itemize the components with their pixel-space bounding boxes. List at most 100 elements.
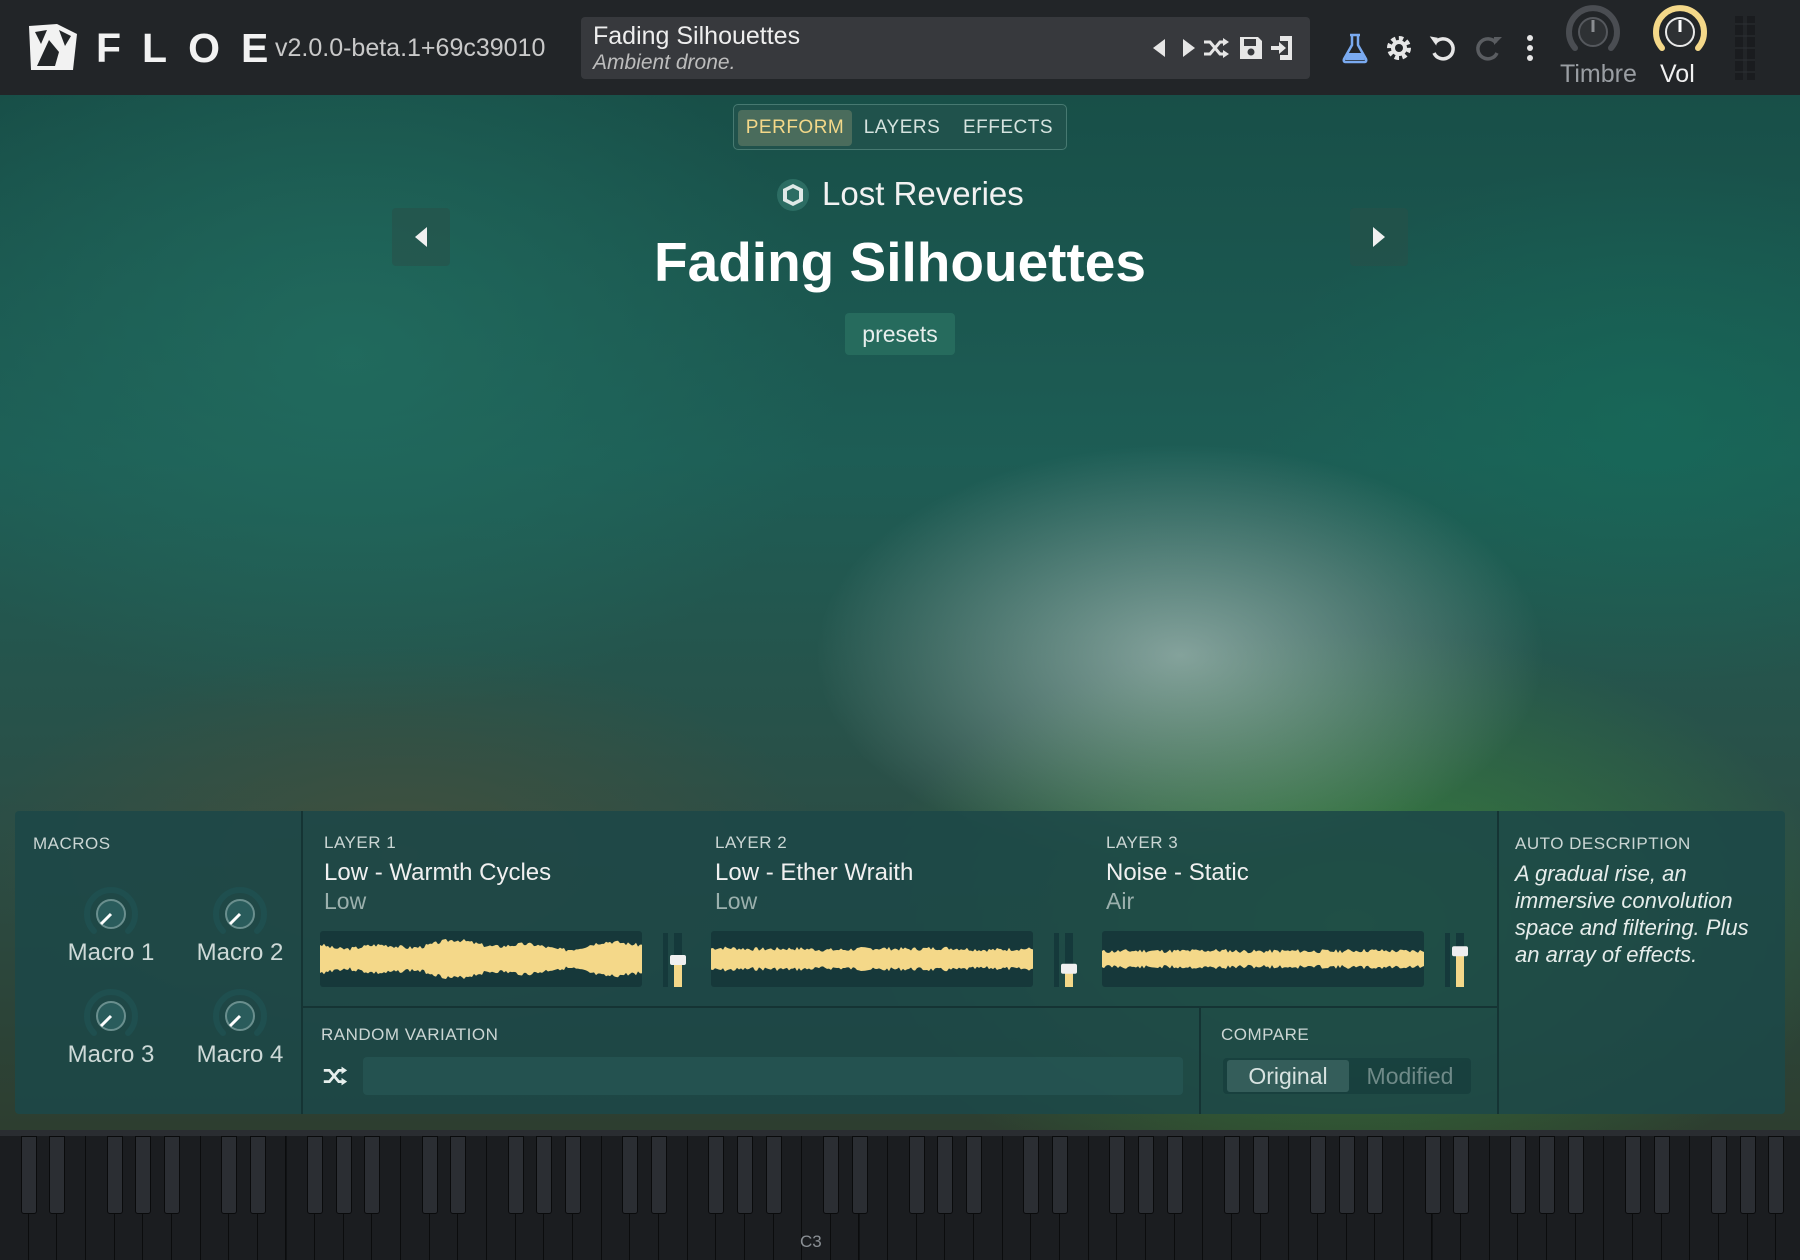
black-key[interactable] [650, 1136, 667, 1214]
black-key[interactable] [736, 1136, 753, 1214]
layer-3-name[interactable]: Noise - Static [1106, 859, 1249, 887]
volume-knob[interactable] [1650, 4, 1710, 60]
black-key[interactable] [708, 1136, 725, 1214]
layer-1-volume-slider[interactable] [661, 931, 695, 989]
macro-label: Macro 4 [196, 1041, 284, 1068]
piano-keyboard[interactable]: C3 [0, 1130, 1800, 1260]
flask-icon[interactable] [1338, 31, 1372, 65]
black-key[interactable] [1252, 1136, 1269, 1214]
black-key[interactable] [822, 1136, 839, 1214]
black-key[interactable] [421, 1136, 438, 1214]
macro-1-knob[interactable]: Macro 1 [49, 885, 169, 985]
black-key[interactable] [335, 1136, 352, 1214]
main-tabs: PERFORM LAYERS EFFECTS [733, 104, 1067, 150]
black-key[interactable] [1223, 1136, 1240, 1214]
layer-3-waveform [1102, 931, 1424, 987]
macro-label: Macro 3 [67, 1041, 155, 1068]
layer-2-name[interactable]: Low - Ether Wraith [715, 859, 913, 887]
black-key[interactable] [1424, 1136, 1441, 1214]
black-key[interactable] [20, 1136, 37, 1214]
black-key[interactable] [1023, 1136, 1040, 1214]
compare-original-button[interactable]: Original [1227, 1060, 1349, 1092]
compare-modified-button[interactable]: Modified [1353, 1060, 1467, 1092]
black-key[interactable] [622, 1136, 639, 1214]
undo-icon[interactable] [1426, 31, 1460, 65]
tab-perform[interactable]: PERFORM [738, 110, 852, 146]
random-variation-label: RANDOM VARIATION [321, 1025, 499, 1044]
black-key[interactable] [1052, 1136, 1069, 1214]
black-key[interactable] [49, 1136, 66, 1214]
black-key[interactable] [1625, 1136, 1642, 1214]
preset-title: Fading Silhouettes [654, 231, 1146, 293]
black-key[interactable] [1768, 1136, 1785, 1214]
black-key[interactable] [450, 1136, 467, 1214]
black-key[interactable] [135, 1136, 152, 1214]
black-key[interactable] [966, 1136, 983, 1214]
black-key[interactable] [1109, 1136, 1126, 1214]
knob-icon [213, 989, 267, 1036]
tab-layers[interactable]: LAYERS [858, 110, 946, 146]
black-key[interactable] [1453, 1136, 1470, 1214]
black-key[interactable] [1711, 1136, 1727, 1214]
shuffle-icon[interactable] [1201, 33, 1231, 63]
auto-description-text: A gradual rise, an immersive convolution… [1515, 861, 1749, 967]
more-vertical-icon[interactable] [1513, 31, 1547, 65]
black-key[interactable] [1739, 1136, 1756, 1214]
tab-effects[interactable]: EFFECTS [954, 110, 1062, 146]
black-key[interactable] [307, 1136, 324, 1214]
black-key[interactable] [1309, 1136, 1326, 1214]
black-key[interactable] [1539, 1136, 1556, 1214]
black-key[interactable] [163, 1136, 180, 1214]
app-logo-text: FLOE [96, 25, 290, 71]
black-key[interactable] [1367, 1136, 1384, 1214]
black-key[interactable] [364, 1136, 381, 1214]
black-key[interactable] [1338, 1136, 1355, 1214]
random-variation-bar[interactable] [363, 1057, 1183, 1095]
layer-3-volume-slider[interactable] [1443, 931, 1477, 989]
top-bar: FLOE v2.0.0-beta.1+69c39010 Fading Silho… [0, 0, 1800, 95]
preset-name: Fading Silhouettes [593, 22, 801, 50]
black-key[interactable] [1166, 1136, 1183, 1214]
triangle-left-icon [415, 227, 427, 247]
layer-1-name[interactable]: Low - Warmth Cycles [324, 859, 551, 887]
black-key[interactable] [565, 1136, 581, 1214]
black-key[interactable] [937, 1136, 954, 1214]
presets-button[interactable]: presets [845, 313, 955, 355]
triangle-left-icon[interactable] [1145, 33, 1175, 63]
layer-2-label: LAYER 2 [715, 833, 788, 852]
black-key[interactable] [765, 1136, 782, 1214]
triangle-right-icon[interactable] [1173, 33, 1203, 63]
black-key[interactable] [106, 1136, 123, 1214]
preset-description: Ambient drone. [593, 51, 736, 74]
layer-2-waveform [711, 931, 1033, 987]
macro-4-knob[interactable]: Macro 4 [178, 987, 298, 1087]
black-key[interactable] [1567, 1136, 1584, 1214]
next-preset-button[interactable] [1350, 208, 1408, 266]
black-key[interactable] [1653, 1136, 1670, 1214]
black-key[interactable] [507, 1136, 524, 1214]
macro-2-knob[interactable]: Macro 2 [178, 885, 298, 985]
black-key[interactable] [1510, 1136, 1527, 1214]
layer-2-volume-slider[interactable] [1052, 931, 1086, 989]
previous-preset-button[interactable] [392, 208, 450, 266]
layer-1-label: LAYER 1 [324, 833, 397, 852]
c3-key-label: C3 [800, 1232, 822, 1251]
level-meter [1735, 16, 1755, 80]
perform-panel: MACROS Macro 1 Macro 2 Macro 3 Macro 4 L… [15, 811, 1785, 1114]
black-key[interactable] [221, 1136, 238, 1214]
black-key[interactable] [851, 1136, 868, 1214]
black-key[interactable] [1138, 1136, 1154, 1214]
macro-3-knob[interactable]: Macro 3 [49, 987, 169, 1087]
black-key[interactable] [908, 1136, 925, 1214]
import-icon[interactable] [1268, 33, 1298, 63]
timbre-knob[interactable] [1563, 4, 1623, 60]
black-key[interactable] [249, 1136, 266, 1214]
floe-logo-icon [29, 24, 77, 70]
redo-icon[interactable] [1471, 31, 1505, 65]
shuffle-icon[interactable] [321, 1062, 349, 1090]
save-icon[interactable] [1236, 33, 1266, 63]
layer-1-waveform [320, 931, 642, 987]
gear-icon[interactable] [1382, 31, 1416, 65]
preset-selector[interactable]: Fading Silhouettes Ambient drone. [581, 17, 1310, 79]
black-key[interactable] [536, 1136, 553, 1214]
